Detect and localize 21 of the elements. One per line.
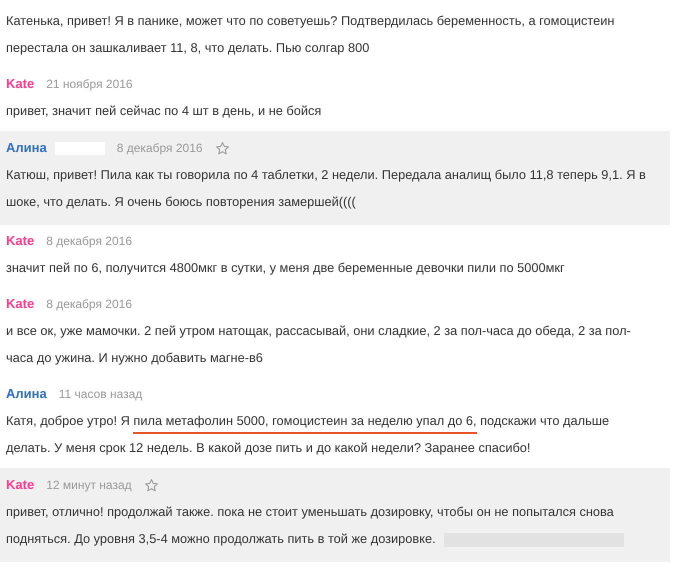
author-name[interactable]: Kate bbox=[6, 231, 34, 251]
author-name[interactable]: Kate bbox=[6, 475, 34, 495]
comment-date: 8 декабря 2016 bbox=[46, 296, 132, 313]
comment-text: привет, значит пей сейчас по 4 шт в день, и не бойся bbox=[6, 102, 322, 120]
comment-text: Катюш, привет! Пила как ты говорила по 4 таблетки, 2 недели. Передала аналищ было 11,8 теперь 9,1. Я в шоке, что делать. Я очень боюсь повторения замершей(((( bbox=[6, 166, 647, 211]
comment-text: Катенька, привет! Я в панике, может что по советуешь? Подтвердилась беременность, а гомоцистеин перестала он зашкаливает 11, 8, что делать. Пью солгар 800 bbox=[6, 12, 616, 57]
author-name[interactable]: Алина bbox=[6, 384, 47, 404]
comment-text: привет, отлично! продолжай также. пока не стоит уменьшать дозировку, чтобы он не попытался снова подняться. До уровня 3,5-4 можно продолжать пить в той же дозировке. bbox=[6, 498, 656, 552]
comment-date: 12 минут назад bbox=[46, 477, 132, 494]
star-icon[interactable] bbox=[144, 478, 159, 492]
comment-date: 11 часов назад bbox=[58, 386, 142, 403]
comment-text: и все ок, уже мамочки. 2 пей утром натощак, рассасывай, они сладкие, 2 за пол-часа до обеда, 2 за пол-часа до ужина. И нужно добавить магне-в6 bbox=[6, 322, 632, 367]
star-icon[interactable] bbox=[214, 140, 230, 156]
comment-text: значит пей по 6, получится 4800мкг в сутки, у меня две беременные девочки пили по 5000мкг bbox=[6, 259, 566, 277]
comment-date: 8 декабря 2016 bbox=[46, 233, 132, 250]
comment-date: 21 ноября 2016 bbox=[46, 76, 133, 93]
author-name[interactable]: Kate bbox=[6, 74, 34, 94]
author-name[interactable]: Алина bbox=[6, 138, 47, 158]
comment-text: Катя, доброе утро! Я пила метафолин 5000, гомоцистеин за неделю упал до 6, подскажи что дальше делать. У меня срок 12 недель. В какой дозе пить и до какой недели? Заранее спасибо! bbox=[6, 412, 610, 457]
author-name[interactable]: Kate bbox=[6, 294, 34, 314]
comment-date: 8 декабря 2016 bbox=[116, 140, 203, 157]
